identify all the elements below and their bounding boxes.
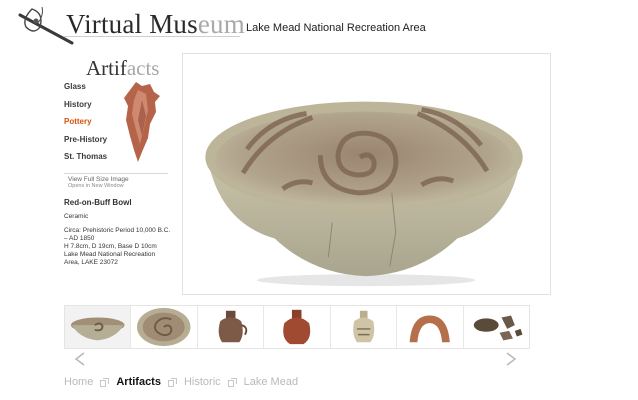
thumb-jar-light[interactable] — [330, 306, 398, 348]
arrowhead-artifact-icon — [124, 82, 160, 162]
site-subtitle: Lake Mead National Recreation Area — [246, 22, 426, 34]
thumb-bowl-top[interactable] — [131, 306, 198, 348]
thumb-arc-fragment[interactable] — [397, 306, 464, 348]
thumb-bowl-side[interactable] — [65, 306, 132, 348]
header-divider — [64, 36, 240, 37]
breadcrumb-separator-icon — [167, 377, 177, 387]
bowl-image — [205, 101, 523, 287]
sidebar-divider — [64, 173, 168, 174]
breadcrumb-lake-mead[interactable]: Lake Mead — [244, 376, 298, 388]
site-title-fade: eum — [197, 9, 245, 39]
breadcrumb-historic[interactable]: Historic — [184, 376, 221, 388]
artifact-material: Ceramic — [64, 213, 89, 220]
breadcrumb-artifacts[interactable]: Artifacts — [116, 376, 161, 388]
main-artifact-image[interactable] — [182, 53, 551, 295]
site-title-main: Virtual Mus — [66, 9, 198, 39]
thumb-fragments[interactable] — [463, 306, 529, 348]
nav-item-history[interactable]: History — [64, 100, 107, 118]
view-full-size-link[interactable]: View Full Size Image — [68, 176, 129, 183]
section-title-fade: acts — [126, 56, 160, 80]
section-title-main: Artif — [86, 56, 127, 80]
artifact-name: Red-on-Buff Bowl — [64, 198, 132, 207]
section-title: Artifacts — [86, 56, 159, 81]
nav-item-st-thomas[interactable]: St. Thomas — [64, 152, 107, 170]
nav-item-pottery[interactable]: Pottery — [64, 117, 107, 135]
thumb-jar-red[interactable] — [264, 306, 331, 348]
opens-new-window-note: Opens in New Window — [68, 183, 124, 189]
breadcrumb-separator-icon — [227, 377, 237, 387]
thumb-jar-dark[interactable] — [197, 306, 265, 348]
nav-item-glass[interactable]: Glass — [64, 82, 107, 100]
breadcrumb: Home Artifacts Historic Lake Mead — [64, 374, 298, 390]
category-nav: Glass History Pottery Pre-History St. Th… — [64, 82, 107, 170]
breadcrumb-separator-icon — [100, 377, 110, 387]
artifact-description: Circa: Prehistoric Period 10,000 B.C. – … — [64, 227, 171, 266]
breadcrumb-home[interactable]: Home — [64, 376, 93, 388]
chevron-left-icon[interactable] — [72, 351, 88, 367]
sidebar: Artifacts Glass History Pottery Pre-Hist… — [64, 52, 178, 288]
thumbnail-strip — [64, 305, 530, 349]
header: Virtual Museum Lake Mead National Recrea… — [0, 0, 638, 46]
chevron-right-icon[interactable] — [503, 351, 519, 367]
nav-item-pre-history[interactable]: Pre-History — [64, 135, 107, 153]
